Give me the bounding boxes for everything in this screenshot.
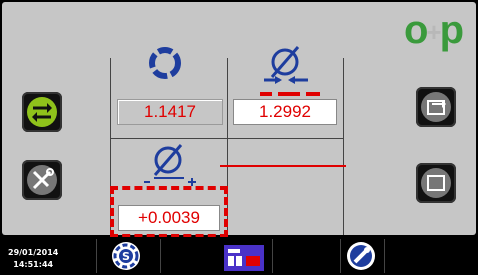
bar-separator (340, 239, 341, 273)
grid-divider (220, 165, 346, 167)
export-button[interactable] (416, 87, 456, 127)
swap-button[interactable] (22, 92, 62, 132)
bar-separator (384, 239, 385, 273)
bar-separator (96, 239, 97, 273)
date-text: 29/01/2014 (8, 248, 59, 257)
settings-s-icon[interactable]: S (110, 240, 142, 275)
ring-dial-icon (147, 45, 183, 86)
grid-divider (343, 58, 344, 235)
status-bar: 29/01/2014 14:51:44 S (0, 237, 478, 275)
datetime: 29/01/2014 14:51:44 (8, 247, 58, 271)
difference-value[interactable]: +0.0039 (118, 205, 220, 231)
svg-text:S: S (122, 250, 130, 263)
diameter-compress-icon (242, 42, 322, 102)
logo-plus: + (426, 16, 441, 47)
frame-button[interactable] (416, 163, 456, 203)
machine-icon[interactable] (222, 243, 266, 275)
bar-separator (272, 239, 273, 273)
left-measure-value: 1.1417 (117, 99, 223, 125)
bar-separator (160, 239, 161, 273)
logo-letter-o: o (403, 8, 428, 52)
screen: 1.1417 1.2992 +0.0039 o+p 29/01/2014 14:… (0, 0, 478, 275)
grid-divider (110, 138, 343, 139)
time-text: 14:51:44 (13, 260, 54, 269)
logo-letter-p: p (439, 8, 464, 52)
right-measure-value[interactable]: 1.2992 (233, 99, 337, 125)
tools-button[interactable] (22, 160, 62, 200)
op-logo: o+p (403, 8, 464, 53)
wrench-icon[interactable] (345, 240, 377, 275)
measurement-panel: 1.1417 1.2992 +0.0039 o+p (2, 2, 476, 238)
